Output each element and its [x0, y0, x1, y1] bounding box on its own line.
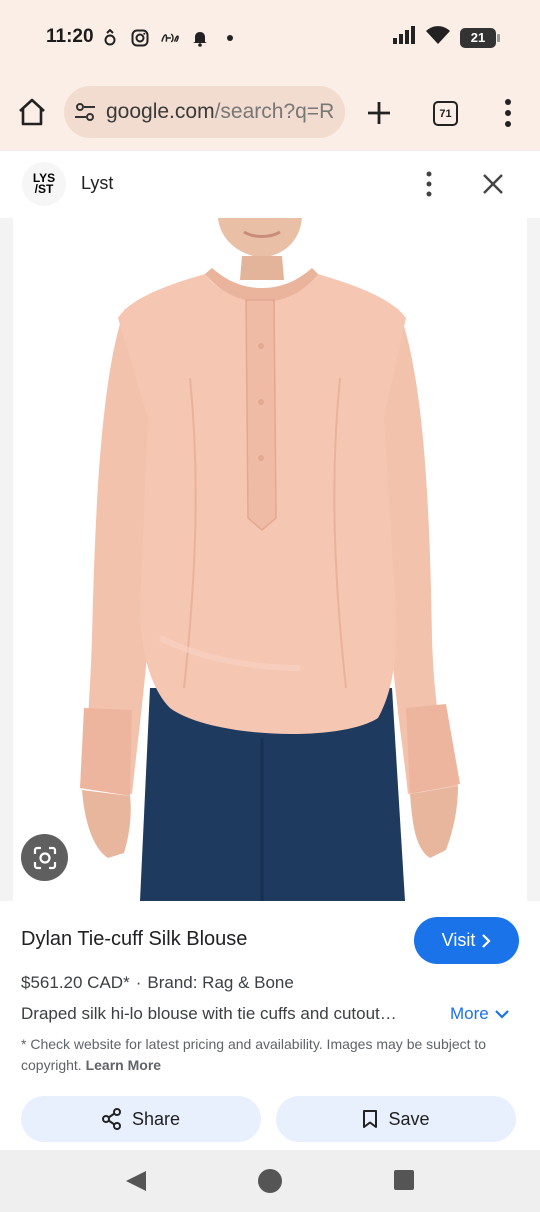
status-time: 11:20	[46, 26, 94, 47]
new-tab-button[interactable]	[364, 98, 394, 128]
home-icon	[19, 98, 45, 126]
url-bar[interactable]: google.com/search?q=R	[64, 86, 345, 138]
battery-icon: 21	[460, 27, 500, 48]
plus-icon	[368, 102, 390, 124]
chevron-right-icon	[482, 933, 491, 948]
dot-icon	[220, 28, 240, 48]
more-button[interactable]: More	[450, 1004, 509, 1024]
more-vert-icon	[505, 99, 511, 127]
more-label: More	[450, 1004, 489, 1023]
url-domain: google.com	[106, 100, 215, 123]
site-settings-icon[interactable]	[74, 101, 96, 123]
logo-line-2: /ST	[34, 182, 54, 196]
product-description: Draped silk hi-lo blouse with tie cuffs …	[21, 1004, 397, 1023]
visit-label: Visit	[441, 930, 476, 950]
panel-options-button[interactable]	[419, 169, 439, 199]
notification-bell-icon	[190, 28, 210, 48]
chevron-down-icon	[494, 1010, 509, 1019]
result-panel-header: LYS/ST Lyst	[0, 150, 540, 218]
back-button[interactable]	[124, 1170, 148, 1192]
product-title: Dylan Tie-cuff Silk Blouse	[21, 928, 248, 950]
product-brand: Brand: Rag & Bone	[147, 973, 294, 992]
recents-button[interactable]	[394, 1170, 414, 1190]
home-button[interactable]	[16, 96, 48, 128]
status-bar: 11:20 21	[0, 0, 540, 76]
share-label: Share	[131, 1108, 181, 1129]
save-label: Save	[388, 1108, 430, 1129]
learn-more-link[interactable]: Learn More	[86, 1057, 161, 1073]
threads-icon	[100, 28, 120, 48]
system-nav-bar	[0, 1150, 540, 1212]
price-brand-line: $561.20 CAD* · Brand: Rag & Bone	[21, 973, 294, 993]
system-icons: 21	[392, 26, 500, 49]
blouse-photo	[80, 218, 460, 901]
site-name[interactable]: Lyst	[81, 173, 113, 194]
app-icon	[160, 28, 180, 48]
close-button[interactable]	[480, 171, 506, 197]
home-nav-button[interactable]	[258, 1169, 282, 1193]
bookmark-icon	[363, 1110, 378, 1128]
browser-toolbar: google.com/search?q=R 71	[0, 76, 540, 150]
lens-icon	[33, 846, 56, 869]
save-button[interactable]: Save	[276, 1096, 516, 1142]
visit-button[interactable]: Visit	[414, 917, 519, 964]
back-triangle-icon	[126, 1171, 146, 1191]
google-lens-button[interactable]	[21, 834, 68, 881]
share-icon	[101, 1108, 121, 1130]
close-icon	[483, 174, 503, 194]
disclaimer: * Check website for latest pricing and a…	[21, 1034, 501, 1076]
url-path: /search?q=R	[214, 100, 335, 123]
lyst-logo: LYS/ST	[22, 162, 66, 206]
signal-icon	[392, 26, 416, 49]
product-price: $561.20 CAD*	[21, 973, 130, 992]
url-text: google.com/search?q=R	[106, 100, 334, 124]
product-image[interactable]	[0, 218, 540, 901]
instagram-icon	[130, 28, 150, 48]
more-vert-icon	[426, 171, 432, 197]
share-button[interactable]: Share	[21, 1096, 261, 1142]
battery-level: 21	[470, 30, 486, 45]
notification-icons	[100, 28, 240, 48]
wifi-icon	[426, 26, 450, 49]
tab-switcher-button[interactable]: 71	[433, 101, 458, 126]
browser-menu-button[interactable]	[500, 96, 516, 130]
separator: ·	[135, 973, 142, 992]
